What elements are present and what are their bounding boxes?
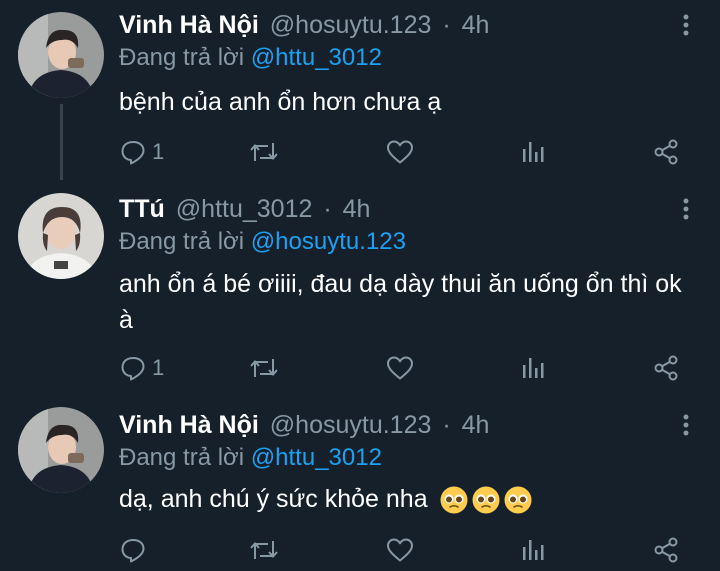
- pleading-face-icon: [440, 486, 468, 514]
- like-icon: [387, 538, 413, 562]
- like-button[interactable]: [386, 135, 414, 169]
- separator-dot: ·: [442, 411, 451, 439]
- tweet-actions: 1: [0, 351, 720, 385]
- avatar[interactable]: [18, 407, 104, 493]
- share-button[interactable]: [652, 135, 680, 169]
- share-icon: [654, 139, 678, 165]
- tweet[interactable]: Vinh Hà Nội @hosuytu.123 · 4h Đang trả l…: [0, 0, 720, 180]
- display-name[interactable]: Vinh Hà Nội: [119, 411, 259, 439]
- more-options-button[interactable]: [672, 410, 700, 440]
- retweet-icon: [250, 143, 278, 161]
- tweet-text: bệnh của anh ổn hơn chưa ạ: [119, 88, 442, 116]
- analytics-icon: [523, 358, 544, 378]
- display-name[interactable]: Vinh Hà Nội: [119, 11, 259, 39]
- pleading-face-icon: [472, 486, 500, 514]
- tweet[interactable]: TTú @httu_3012 · 4h Đang trả lời @hosuyt…: [0, 180, 720, 395]
- like-button[interactable]: [386, 351, 414, 385]
- share-button[interactable]: [652, 351, 680, 385]
- mention-link[interactable]: @httu_3012: [251, 444, 382, 471]
- replying-prefix: Đang trả lời: [119, 228, 245, 255]
- reply-button[interactable]: 1: [120, 351, 164, 385]
- handle[interactable]: @httu_3012: [176, 195, 313, 223]
- replying-prefix: Đang trả lời: [119, 44, 245, 71]
- timestamp[interactable]: 4h: [462, 411, 490, 439]
- handle[interactable]: @hosuytu.123: [270, 411, 432, 439]
- more-options-button[interactable]: [672, 10, 700, 40]
- reply-button[interactable]: [120, 533, 152, 567]
- like-icon: [387, 356, 413, 380]
- more-vertical-icon: [683, 414, 689, 436]
- like-icon: [387, 140, 413, 164]
- reply-count: 1: [152, 139, 165, 164]
- handle[interactable]: @hosuytu.123: [270, 11, 432, 39]
- retweet-icon: [250, 359, 278, 377]
- avatar[interactable]: [18, 193, 104, 279]
- analytics-button[interactable]: [521, 351, 545, 385]
- more-vertical-icon: [683, 14, 689, 36]
- separator-dot: ·: [442, 11, 451, 39]
- reply-icon: [121, 357, 145, 381]
- mention-link[interactable]: @httu_3012: [251, 44, 382, 71]
- tweet-actions: 1: [0, 135, 720, 169]
- retweet-button[interactable]: [248, 533, 280, 567]
- more-vertical-icon: [683, 198, 689, 220]
- retweet-icon: [250, 541, 278, 559]
- separator-dot: ·: [323, 195, 332, 223]
- timestamp[interactable]: 4h: [343, 195, 371, 223]
- pleading-face-icon: [504, 486, 532, 514]
- tweet-text: anh ổn á bé ơiiii, đau dạ dày thui ăn uố…: [119, 270, 682, 334]
- reply-icon: [121, 539, 145, 563]
- analytics-icon: [523, 540, 544, 560]
- mention-link[interactable]: @hosuytu.123: [251, 228, 406, 255]
- reply-button[interactable]: 1: [120, 135, 164, 169]
- more-options-button[interactable]: [672, 194, 700, 224]
- timestamp[interactable]: 4h: [462, 11, 490, 39]
- share-icon: [654, 355, 678, 381]
- tweet-thread: Vinh Hà Nội @hosuytu.123 · 4h Đang trả l…: [0, 0, 720, 571]
- analytics-button[interactable]: [521, 135, 545, 169]
- emoji-group: [439, 485, 533, 515]
- share-button[interactable]: [652, 533, 680, 567]
- share-icon: [654, 537, 678, 563]
- tweet[interactable]: Vinh Hà Nội @hosuytu.123 · 4h Đang trả l…: [0, 395, 720, 571]
- display-name[interactable]: TTú: [119, 195, 165, 223]
- retweet-button[interactable]: [248, 135, 280, 169]
- reply-icon: [121, 141, 145, 165]
- avatar[interactable]: [18, 12, 104, 98]
- reply-count: 1: [152, 355, 165, 380]
- analytics-button[interactable]: [521, 533, 545, 567]
- like-button[interactable]: [386, 533, 414, 567]
- tweet-actions: [0, 533, 720, 567]
- analytics-icon: [523, 142, 544, 162]
- retweet-button[interactable]: [248, 351, 280, 385]
- tweet-text: dạ, anh chú ý sức khỏe nha: [119, 485, 428, 513]
- replying-prefix: Đang trả lời: [119, 444, 245, 471]
